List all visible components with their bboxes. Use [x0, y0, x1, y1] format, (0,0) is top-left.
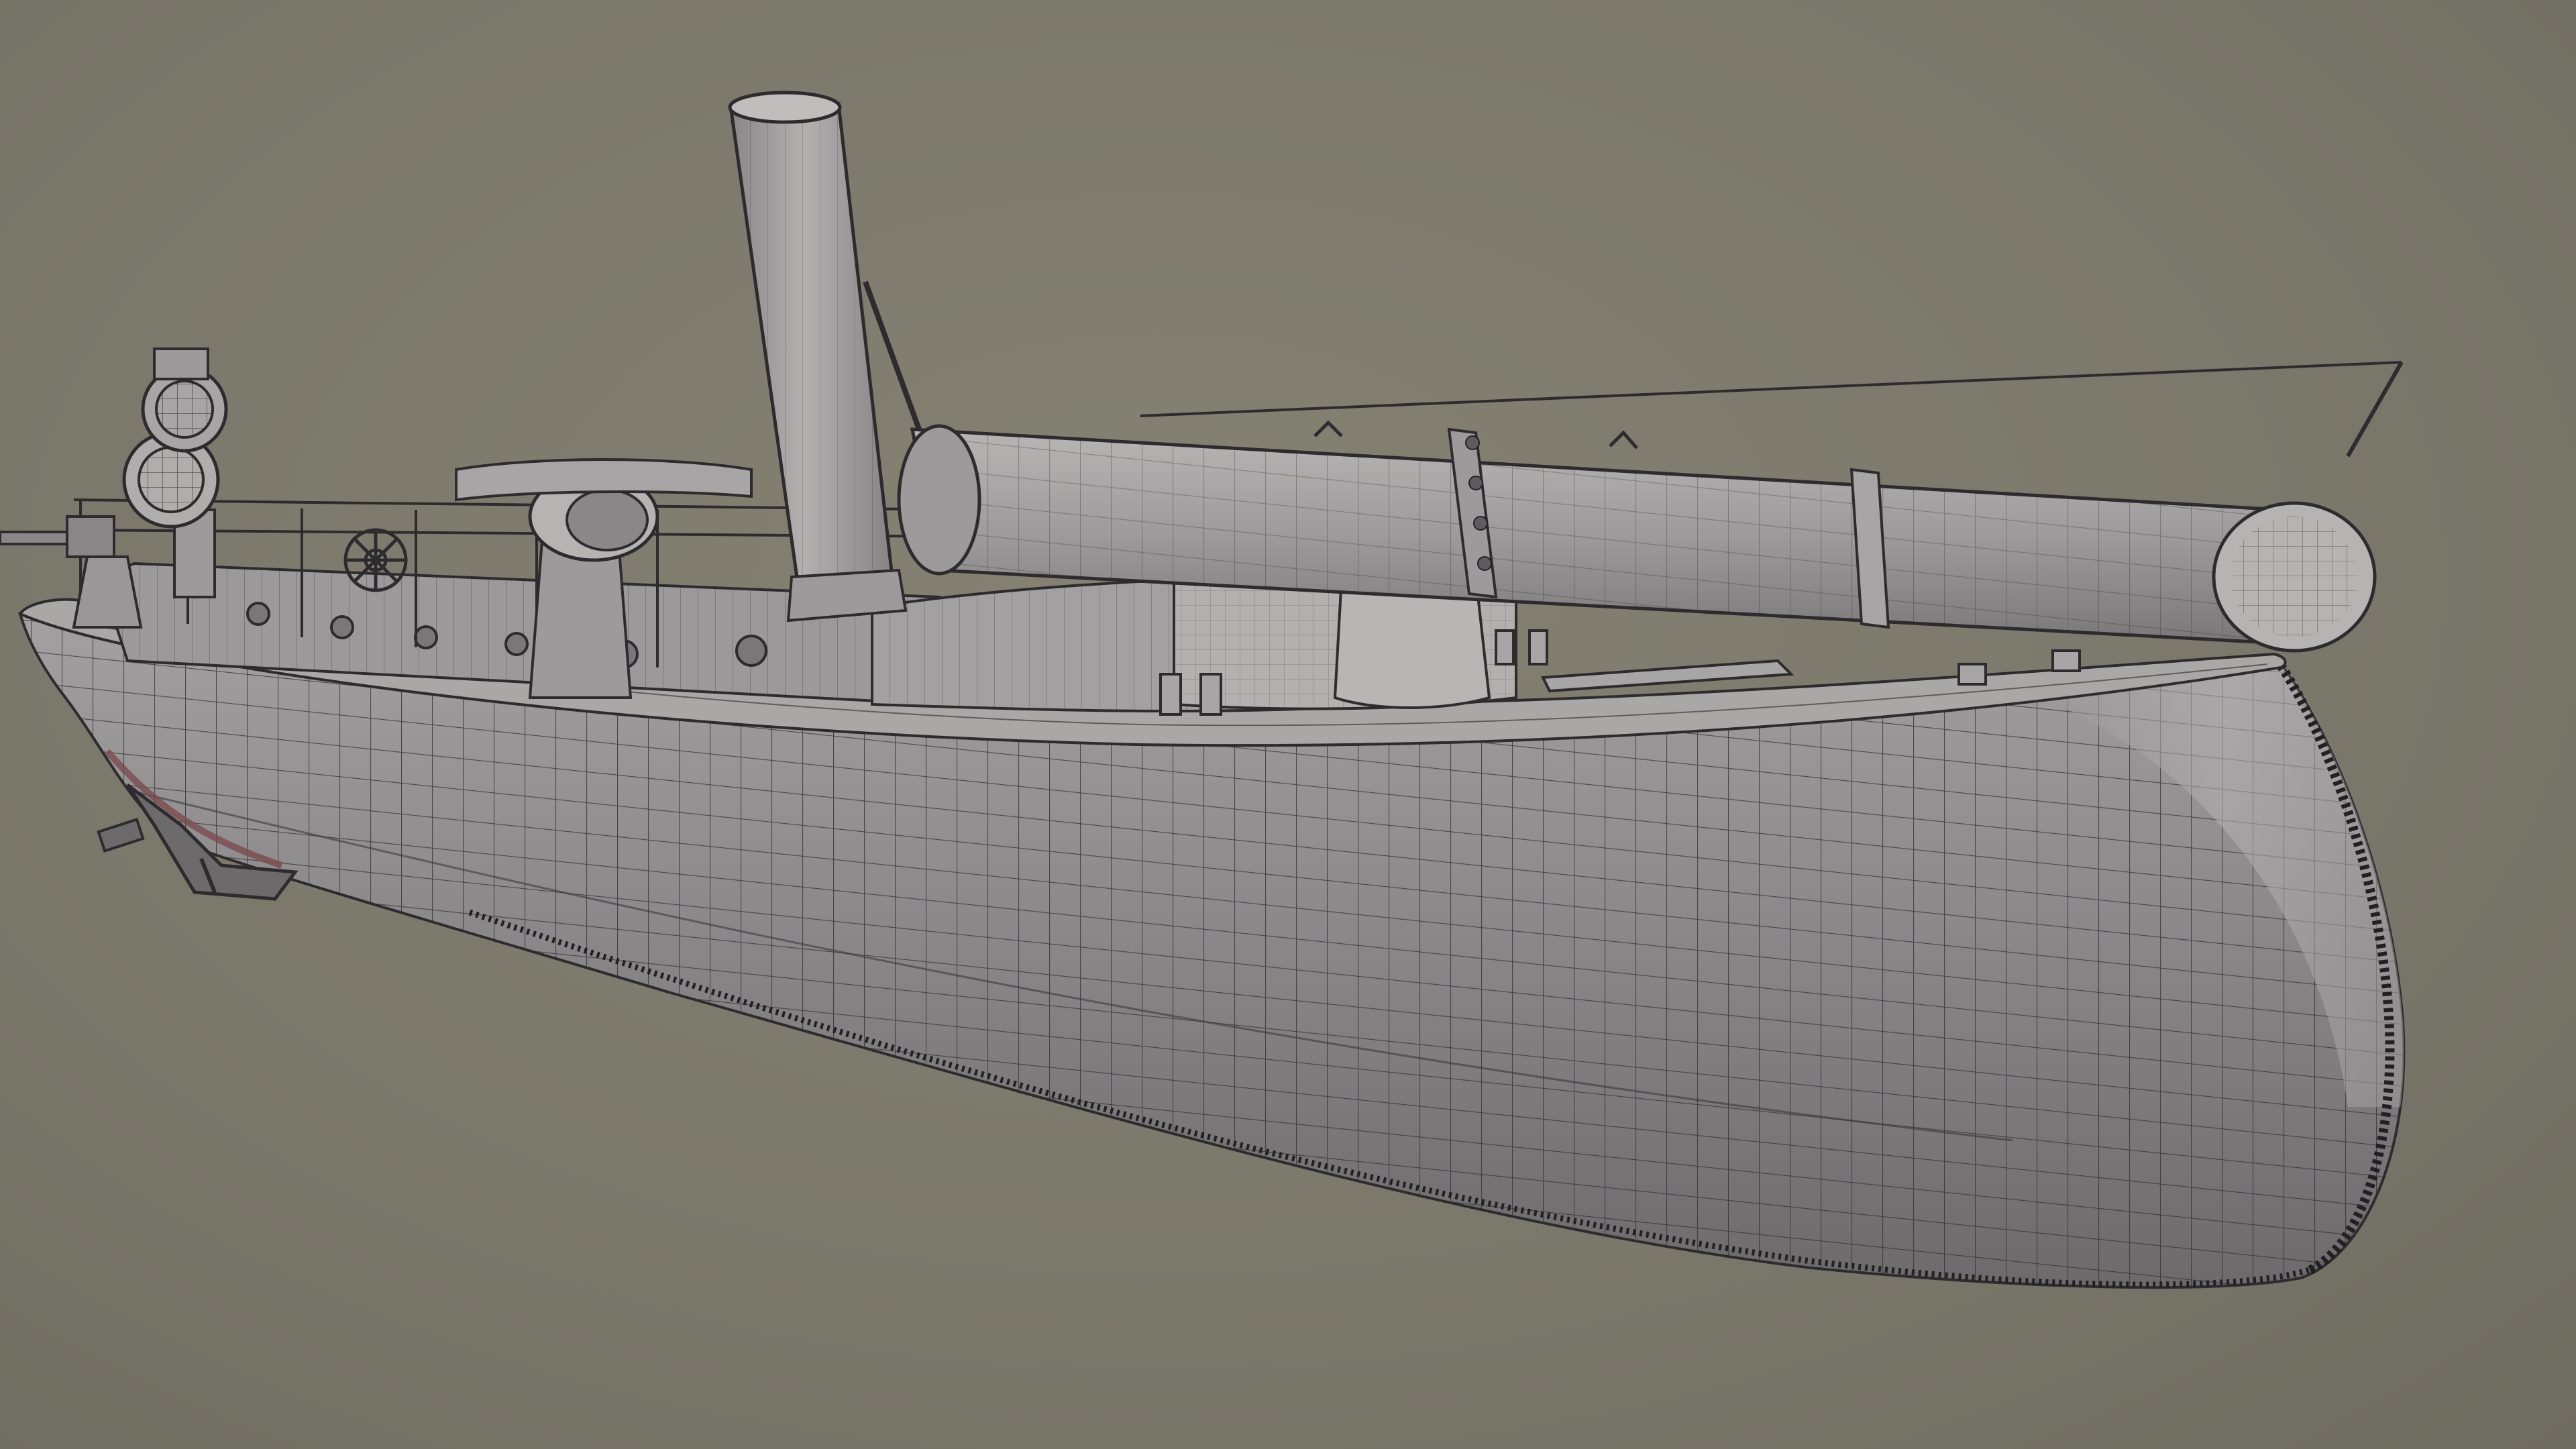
funnel	[728, 91, 922, 623]
render-viewport	[0, 0, 2576, 1449]
ship-model	[0, 91, 2406, 1289]
steering-wheel	[343, 528, 408, 592]
searchlight	[122, 347, 228, 598]
